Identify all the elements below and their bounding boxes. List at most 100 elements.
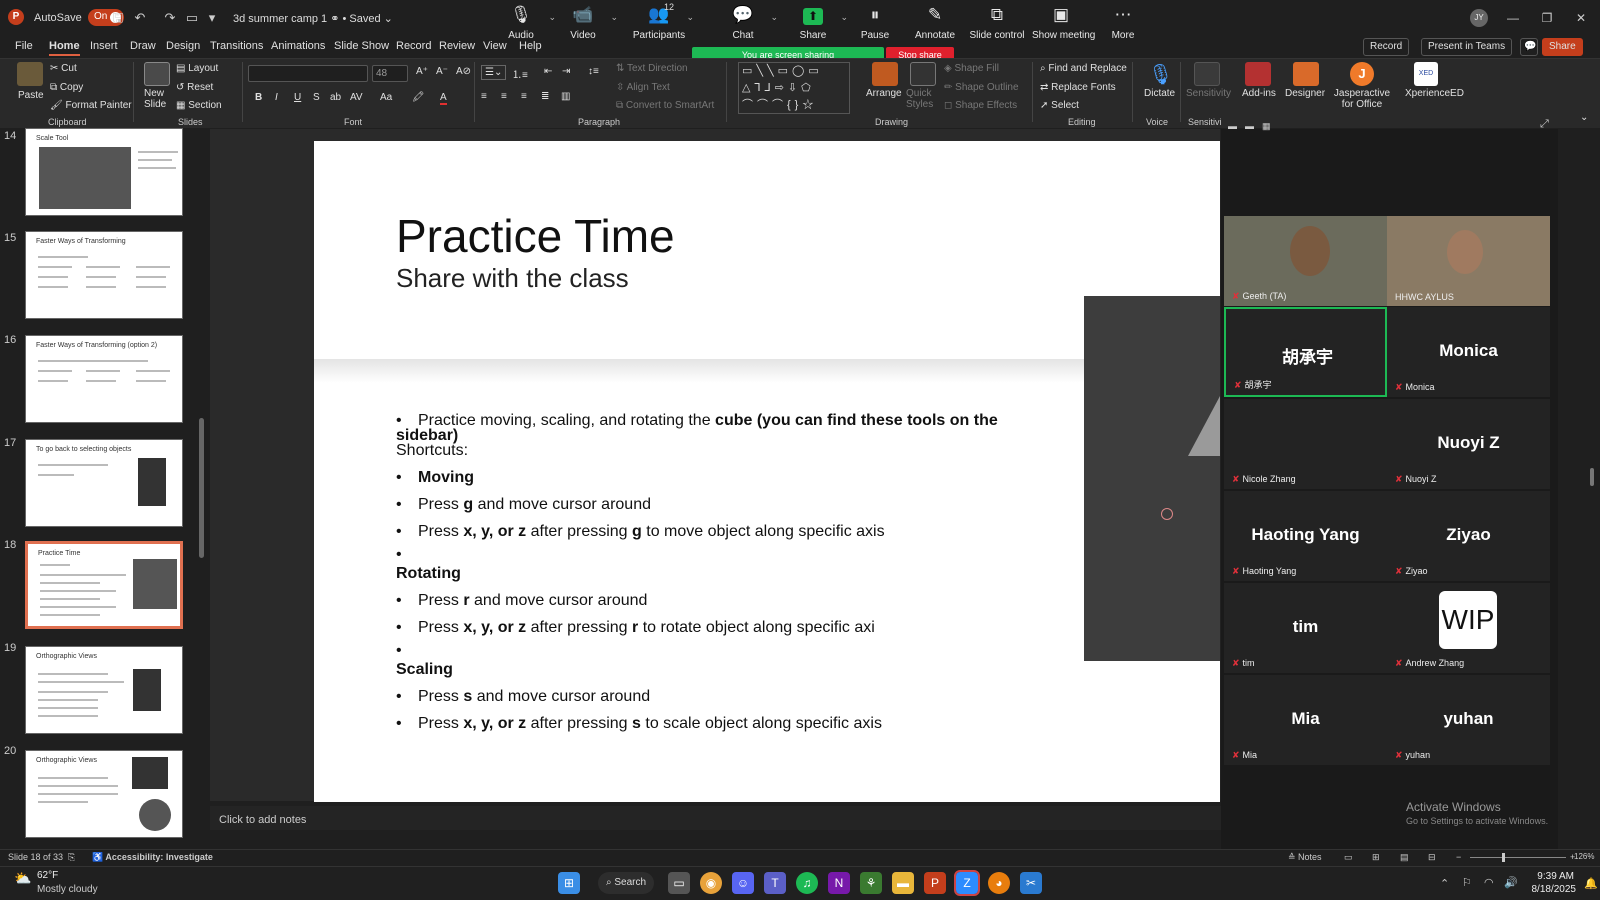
participant-video-tile[interactable]: Ziyao ✘ Ziyao xyxy=(1387,491,1550,581)
select-button[interactable]: ➚ Select xyxy=(1040,100,1079,111)
new-slide-label[interactable]: New Slide xyxy=(144,88,174,110)
microphone-icon[interactable]: 🎙 xyxy=(1148,62,1173,87)
dictate-button[interactable]: Dictate xyxy=(1144,88,1175,99)
notes-toggle-button[interactable]: ≙ Notes xyxy=(1288,852,1322,863)
shape-outline-button[interactable]: ✏ Shape Outline xyxy=(944,82,1019,93)
pause-share-button[interactable]: ⏸ Pause xyxy=(846,4,904,46)
italic-icon[interactable]: I xyxy=(275,92,278,103)
teams-icon[interactable]: T xyxy=(764,872,786,894)
undo-icon[interactable]: ↶ xyxy=(132,10,148,26)
chevron-down-icon[interactable]: ⌄ xyxy=(770,12,778,23)
align-center-icon[interactable]: ≡ xyxy=(501,91,507,102)
annotate-button[interactable]: ✎ Annotate xyxy=(906,4,964,46)
chat-button[interactable]: 💬 Chat ⌄ xyxy=(714,4,778,46)
justify-icon[interactable]: ≣ xyxy=(541,91,549,102)
tab-insert[interactable]: Insert xyxy=(90,40,118,52)
show-meeting-button[interactable]: ▣ Show meeting xyxy=(1032,4,1095,46)
notes-pane[interactable] xyxy=(210,806,1224,830)
slide-thumbnail[interactable]: Faster Ways of Transforming (option 2) xyxy=(25,335,183,423)
participant-video-tile[interactable]: Haoting Yang ✘ Haoting Yang xyxy=(1224,491,1387,581)
decrease-font-icon[interactable]: A⁻ xyxy=(436,66,448,77)
weather-icon[interactable]: ⛅ xyxy=(14,870,31,887)
slide-thumbnail[interactable]: Orthographic Views xyxy=(25,750,183,838)
align-right-icon[interactable]: ≡ xyxy=(521,91,527,102)
line-spacing-icon[interactable]: ↕≡ xyxy=(588,66,599,77)
spellcheck-icon[interactable]: ⎘ xyxy=(68,852,75,863)
blender-viewport-image[interactable] xyxy=(1084,296,1220,661)
add-ins-icon[interactable] xyxy=(1245,62,1271,86)
slide-thumbnail[interactable]: Faster Ways of Transforming xyxy=(25,231,183,319)
participant-video-tile[interactable]: WIP ✘ Andrew Zhang xyxy=(1387,583,1550,673)
slide-thumbnail-selected[interactable]: Practice Time xyxy=(25,541,183,629)
tab-home[interactable]: Home xyxy=(49,40,80,56)
chevron-down-icon[interactable]: ⌄ xyxy=(686,12,694,23)
participant-video-tile[interactable]: Nuoyi Z ✘ Nuoyi Z xyxy=(1387,399,1550,489)
volume-icon[interactable]: 🔊 xyxy=(1504,876,1518,889)
onenote-icon[interactable]: N xyxy=(828,872,850,894)
font-size-input[interactable]: 48 xyxy=(372,65,408,82)
thumbnail-scrollbar[interactable] xyxy=(199,418,204,558)
app-icon[interactable]: ⚘ xyxy=(860,872,882,894)
chevron-down-icon[interactable]: ⌄ xyxy=(610,12,618,23)
shape-effects-button[interactable]: ◻ Shape Effects xyxy=(944,100,1017,111)
tab-file[interactable]: File xyxy=(15,40,33,52)
participant-video-tile[interactable]: Monica ✘ Monica xyxy=(1387,307,1550,397)
participant-video-tile[interactable]: tim ✘ tim xyxy=(1224,583,1387,673)
file-explorer-icon[interactable]: ▬ xyxy=(892,872,914,894)
format-painter-button[interactable]: 🖌 Format Painter xyxy=(50,100,132,111)
show-hidden-icons-icon[interactable]: ⌃ xyxy=(1440,877,1449,890)
network-status-icon[interactable]: ⚐ xyxy=(1462,876,1472,889)
chrome-icon[interactable]: ◉ xyxy=(700,872,722,894)
arrange-label[interactable]: Arrange xyxy=(866,88,902,99)
clock-time[interactable]: 9:39 AM xyxy=(1530,871,1574,882)
paste-icon[interactable] xyxy=(17,62,43,86)
notifications-icon[interactable]: 🔔 xyxy=(1584,877,1598,890)
comments-icon[interactable]: 💬 xyxy=(1520,38,1538,56)
present-in-teams-button[interactable]: Present in Teams xyxy=(1421,38,1513,56)
quick-styles-label[interactable]: Quick Styles xyxy=(906,88,940,110)
windows-start-icon[interactable]: ⊞ xyxy=(558,872,580,894)
weather-temp[interactable]: 62°F xyxy=(37,870,58,881)
tab-view[interactable]: View xyxy=(483,40,507,52)
slide-title[interactable]: Practice Time xyxy=(396,209,675,263)
reading-view-icon[interactable]: ▤ xyxy=(1400,852,1409,863)
tab-review[interactable]: Review xyxy=(439,40,475,52)
find-replace-button[interactable]: ⌕ Find and Replace xyxy=(1040,63,1127,74)
font-name-input[interactable] xyxy=(248,65,368,82)
powerpoint-taskbar-icon[interactable]: P xyxy=(924,872,946,894)
video-button[interactable]: 📹 Video ⌄ xyxy=(554,4,618,46)
decrease-indent-icon[interactable]: ⇤ xyxy=(544,66,552,77)
designer-icon[interactable] xyxy=(1293,62,1319,86)
zoom-taskbar-icon[interactable]: Z xyxy=(954,870,980,896)
bullets-icon[interactable]: ☰⌄ xyxy=(481,65,507,80)
more-button[interactable]: ⋯ More xyxy=(1094,4,1152,46)
shapes-gallery[interactable]: ▭╲╲▭◯▭ △⅂⅃⇨⇩⬠ ⌒⌒⌒{}☆ xyxy=(738,62,850,114)
replace-fonts-button[interactable]: ⇄ Replace Fonts xyxy=(1040,82,1116,93)
jasperactive-icon[interactable]: J xyxy=(1350,62,1374,86)
snipping-tool-icon[interactable]: ✂ xyxy=(1020,872,1042,894)
numbering-icon[interactable]: ⒈≡ xyxy=(512,66,528,81)
text-shadow-icon[interactable]: ab xyxy=(330,92,341,103)
font-color-icon[interactable]: A xyxy=(440,92,447,105)
expand-icon[interactable]: ⤢ xyxy=(1540,118,1549,131)
bold-icon[interactable]: B xyxy=(255,92,262,103)
slide-thumbnail[interactable]: Scale Tool xyxy=(25,128,183,216)
slide-thumbnail[interactable]: To go back to selecting objects xyxy=(25,439,183,527)
columns-icon[interactable]: ▥ xyxy=(561,91,570,102)
user-avatar[interactable]: JY xyxy=(1470,9,1488,27)
current-slide[interactable]: Practice Time Share with the class • Prac… xyxy=(314,141,1220,802)
view-layout-icon[interactable]: ▬▬▦ xyxy=(1228,121,1308,131)
blender-taskbar-icon[interactable]: ◕ xyxy=(988,872,1010,894)
redo-icon[interactable]: ↷ xyxy=(162,10,178,26)
normal-view-icon[interactable]: ▭ xyxy=(1344,852,1353,863)
tab-transitions[interactable]: Transitions xyxy=(210,40,263,52)
sensitivity-icon[interactable] xyxy=(1194,62,1220,86)
participant-video-tile[interactable]: yuhan ✘ yuhan xyxy=(1387,675,1550,765)
arrange-icon[interactable] xyxy=(872,62,898,86)
discord-icon[interactable]: ☺ xyxy=(732,872,754,894)
accessibility-button[interactable]: ♿ Accessibility: Investigate xyxy=(92,852,213,863)
highlight-icon[interactable]: 🖍 xyxy=(412,92,425,103)
save-icon[interactable]: 🖫 xyxy=(110,10,126,26)
clock-date[interactable]: 8/18/2025 xyxy=(1528,884,1577,895)
xperienced-button[interactable]: XperienceED xyxy=(1405,88,1464,99)
